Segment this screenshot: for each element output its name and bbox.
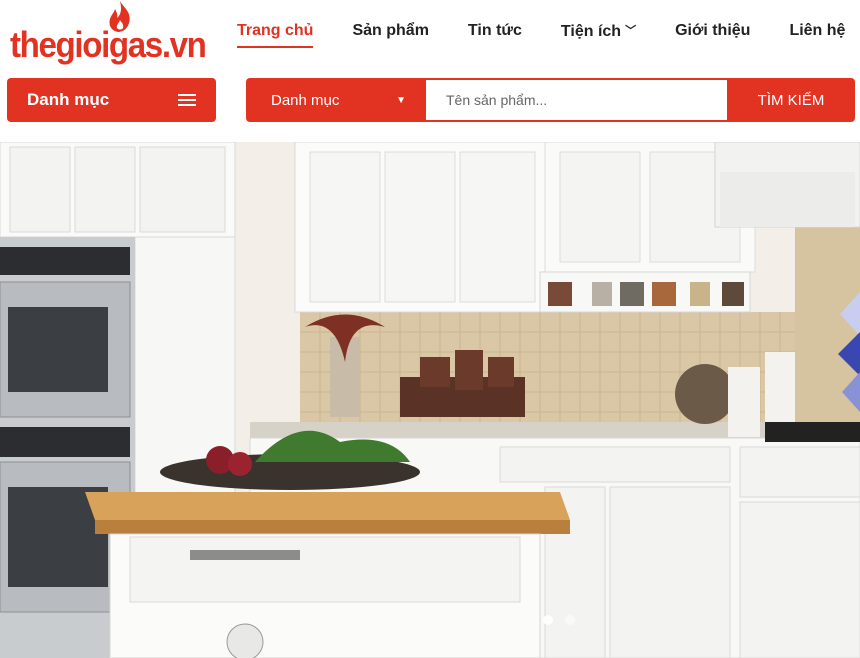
main-nav: Trang chủ Sản phẩm Tin tức Tiện ích ﹀ Giớ… (237, 22, 860, 48)
slider-dot[interactable] (543, 615, 553, 625)
kitchen-photo (0, 142, 860, 658)
chevron-down-icon: ▼ (396, 94, 406, 106)
nav-item-home[interactable]: Trang chủ (237, 22, 314, 48)
search-category-select[interactable]: Danh mục ▼ (246, 78, 426, 122)
nav-item-about[interactable]: Giới thiệu (675, 22, 750, 48)
nav-item-news[interactable]: Tin tức (468, 22, 522, 48)
logo-text: thegioigas.vn (10, 24, 207, 65)
menu-icon (178, 94, 196, 106)
search-category-value: Danh mục (271, 91, 340, 109)
nav-item-utilities-label: Tiện ích (560, 23, 622, 40)
slider-dot[interactable] (565, 615, 575, 625)
search-button[interactable]: TÌM KIẾM (727, 78, 855, 122)
category-menu-label: Danh mục (27, 90, 110, 109)
nav-item-utilities[interactable]: Tiện ích ﹀ (561, 22, 636, 48)
nav-item-contact[interactable]: Liên hệ (789, 22, 845, 48)
slider-dots (543, 615, 587, 625)
search-bar: Danh mục ▼ TÌM KIẾM (246, 78, 855, 122)
site-logo[interactable]: thegioigas.vn (10, 0, 207, 70)
nav-item-products[interactable]: Sản phẩm (352, 22, 428, 48)
chevron-down-icon: ﹀ (625, 25, 637, 37)
hero-banner[interactable] (0, 142, 860, 658)
search-input[interactable] (426, 80, 727, 120)
category-menu-button[interactable]: Danh mục (7, 78, 216, 122)
